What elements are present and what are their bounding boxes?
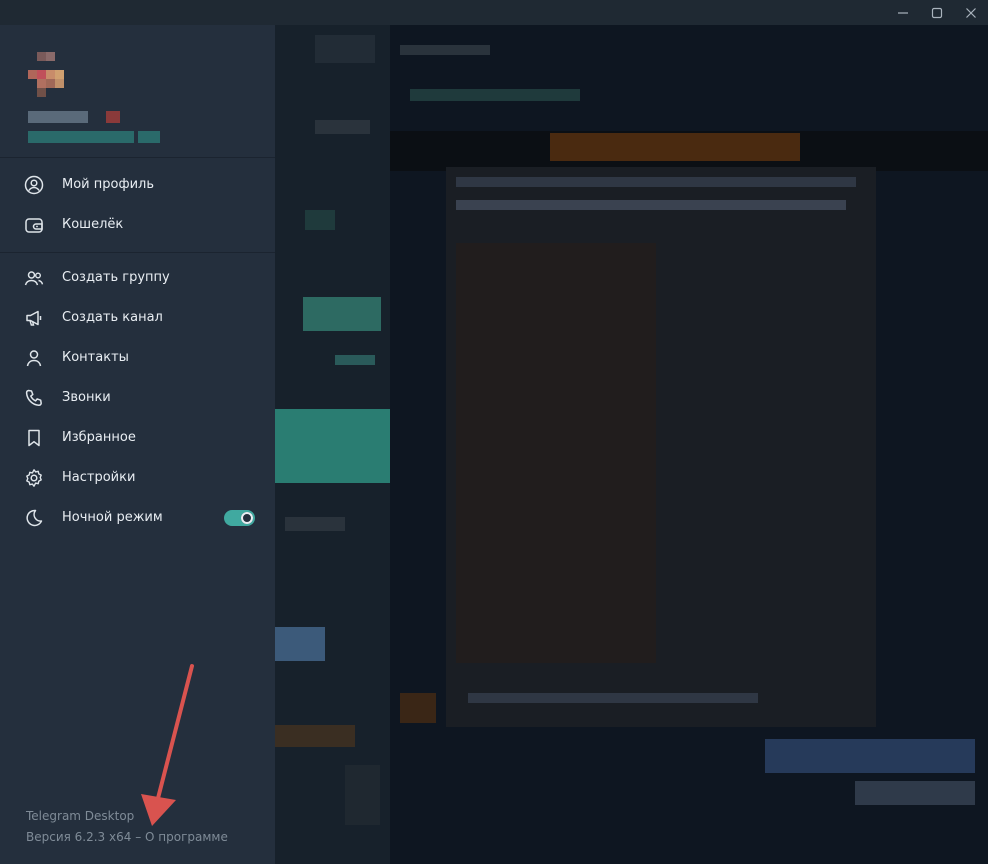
gear-icon	[26, 469, 42, 487]
chat-view-background	[390, 25, 988, 864]
moon-icon	[26, 509, 43, 527]
menu-item-saved[interactable]: Избранное	[0, 418, 275, 458]
app-window: Мой профиль Кошелёк Создать группу Созда…	[0, 0, 988, 864]
menu-item-label: Мой профиль	[62, 177, 154, 192]
title-bar	[0, 0, 988, 25]
chat-list-background	[275, 25, 390, 864]
menu-item-label: Избранное	[62, 430, 136, 445]
window-controls	[886, 0, 988, 25]
wallet-icon	[25, 218, 43, 233]
menu-item-label: Создать группу	[62, 270, 170, 285]
phone-icon	[25, 389, 42, 406]
avatar[interactable]	[28, 43, 74, 103]
menu-item-wallet[interactable]: Кошелёк	[0, 205, 275, 245]
menu-item-label: Звонки	[62, 390, 111, 405]
menu-item-new-group[interactable]: Создать группу	[0, 258, 275, 298]
about-link[interactable]: О программе	[145, 830, 228, 844]
profile-icon	[24, 175, 44, 195]
close-button[interactable]	[954, 0, 988, 25]
annotation-arrow-icon	[141, 664, 194, 826]
menu-item-label: Контакты	[62, 350, 129, 365]
version-separator: –	[131, 830, 146, 844]
contact-icon	[26, 350, 42, 367]
menu-item-settings[interactable]: Настройки	[0, 458, 275, 498]
menu-item-night-mode[interactable]: Ночной режим	[0, 498, 275, 538]
minimize-icon	[898, 11, 908, 14]
app-name: Telegram Desktop	[26, 809, 135, 823]
menu-item-profile[interactable]: Мой профиль	[0, 165, 275, 205]
minimize-button[interactable]	[886, 0, 920, 25]
bookmark-icon	[28, 429, 40, 447]
menu-item-label: Ночной режим	[62, 510, 163, 525]
maximize-button[interactable]	[920, 0, 954, 25]
menu-item-label: Настройки	[62, 470, 136, 485]
menu-item-calls[interactable]: Звонки	[0, 378, 275, 418]
close-icon	[966, 7, 976, 18]
menu-item-label: Создать канал	[62, 310, 163, 325]
maximize-icon	[931, 7, 943, 18]
version-line: Версия 6.2.3 x64 – О программе	[26, 830, 228, 844]
group-icon	[24, 271, 44, 286]
menu-item-label: Кошелёк	[62, 217, 124, 232]
menu-item-contacts[interactable]: Контакты	[0, 338, 275, 378]
version-text: Версия 6.2.3 x64	[26, 830, 132, 844]
menu-item-new-channel[interactable]: Создать канал	[0, 298, 275, 338]
divider	[0, 157, 275, 158]
divider	[0, 252, 275, 253]
night-mode-toggle[interactable]	[224, 510, 255, 526]
toggle-knob	[241, 512, 253, 524]
megaphone-icon	[26, 310, 42, 326]
